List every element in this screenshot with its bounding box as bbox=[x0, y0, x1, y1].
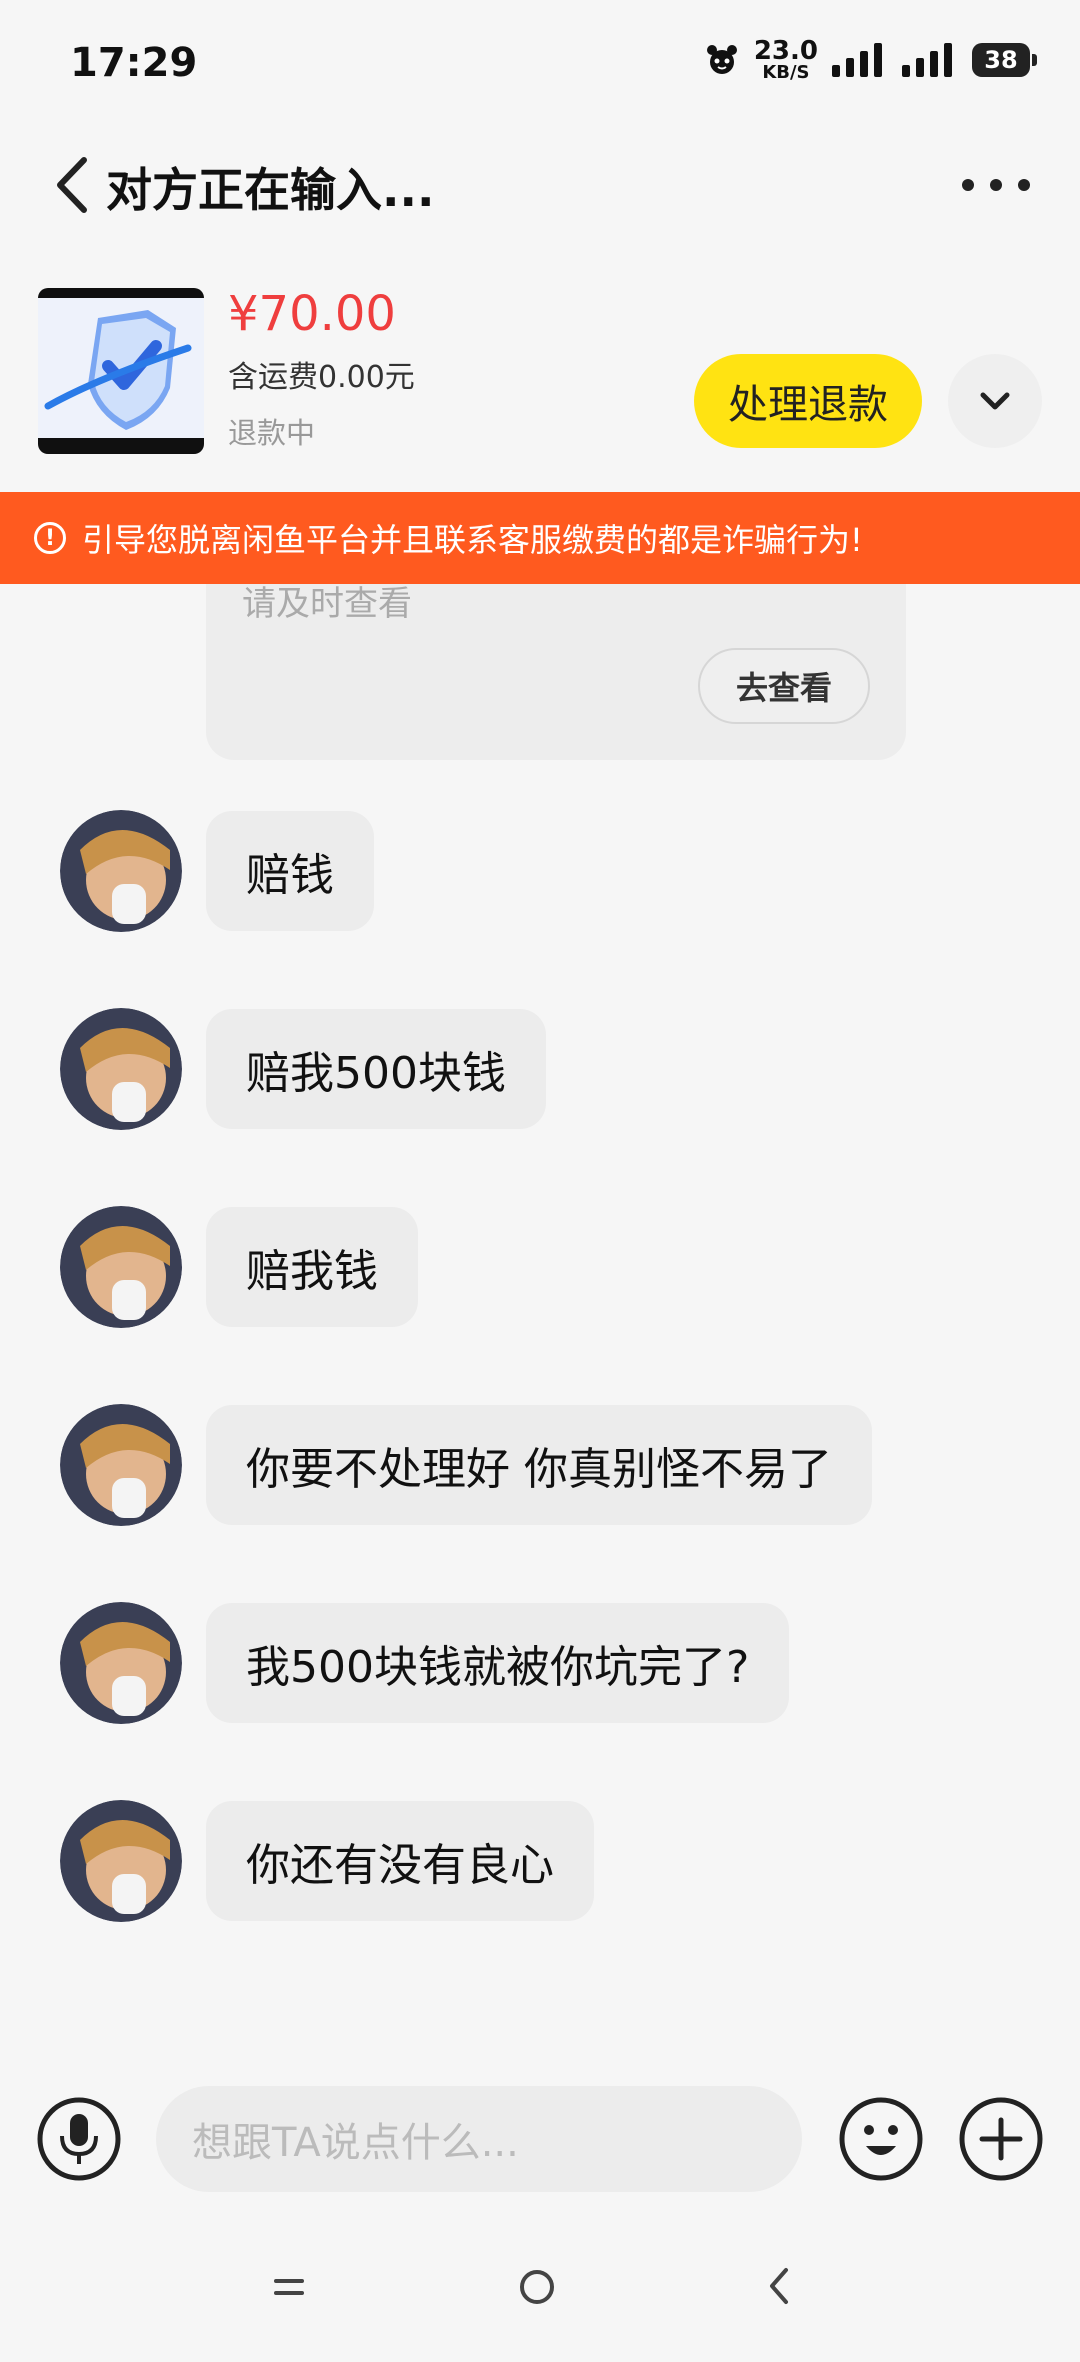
message-row: 我500块钱就被你坑完了? bbox=[60, 1602, 790, 1724]
message-bubble[interactable]: 赔钱 bbox=[206, 811, 374, 931]
avatar[interactable] bbox=[60, 1404, 182, 1526]
message-bubble[interactable]: 你还有没有良心 bbox=[206, 1801, 594, 1921]
more-dots-icon[interactable] bbox=[958, 160, 1034, 210]
signal-icon-2 bbox=[902, 43, 952, 77]
product-price: ¥70.00 bbox=[228, 286, 396, 342]
avatar[interactable] bbox=[60, 1206, 182, 1328]
microphone-icon[interactable] bbox=[36, 2096, 122, 2182]
message-row: 赔我钱 bbox=[60, 1206, 418, 1328]
status-time: 17:29 bbox=[70, 40, 198, 86]
avatar[interactable] bbox=[60, 1602, 182, 1724]
emoji-icon[interactable] bbox=[838, 2096, 924, 2182]
nav-menu-icon[interactable] bbox=[272, 2272, 306, 2302]
signal-icon-1 bbox=[832, 43, 882, 77]
go-view-button[interactable]: 去查看 bbox=[698, 648, 870, 724]
chevron-down-icon bbox=[980, 392, 1010, 410]
plus-icon[interactable] bbox=[958, 2096, 1044, 2182]
battery-indicator: 38 bbox=[972, 43, 1037, 77]
avatar[interactable] bbox=[60, 810, 182, 932]
back-chevron-icon[interactable] bbox=[46, 152, 102, 218]
product-thumbnail[interactable] bbox=[38, 288, 204, 454]
message-bubble[interactable]: 赔我钱 bbox=[206, 1207, 418, 1327]
shield-check-icon bbox=[38, 298, 204, 438]
expand-button[interactable] bbox=[948, 354, 1042, 448]
warning-text: 引导您脱离闲鱼平台并且联系客服缴费的都是诈骗行为! bbox=[82, 521, 863, 559]
system-notice-card: 请及时查看 去查看 bbox=[206, 584, 906, 760]
avatar[interactable] bbox=[60, 1800, 182, 1922]
message-row: 赔我500块钱 bbox=[60, 1008, 546, 1130]
message-bubble[interactable]: 我500块钱就被你坑完了? bbox=[206, 1603, 790, 1723]
message-row: 你要不处理好 你真别怪不易了 bbox=[60, 1404, 872, 1526]
alarm-icon bbox=[706, 45, 737, 74]
handle-refund-button[interactable]: 处理退款 bbox=[694, 354, 922, 448]
page-title: 对方正在输入... bbox=[106, 163, 435, 217]
message-row: 赔钱 bbox=[60, 810, 374, 932]
nav-home-icon[interactable] bbox=[518, 2268, 556, 2306]
message-bubble[interactable]: 你要不处理好 你真别怪不易了 bbox=[206, 1405, 872, 1525]
order-status: 退款中 bbox=[228, 416, 316, 450]
fraud-warning-banner: ! 引导您脱离闲鱼平台并且联系客服缴费的都是诈骗行为! bbox=[0, 492, 1080, 584]
net-speed: 23.0 KB/S bbox=[753, 36, 818, 83]
status-bar: 17:29 23.0 KB/S 38 bbox=[0, 0, 1080, 130]
status-icons: 23.0 KB/S 38 bbox=[704, 36, 1037, 83]
shipping-fee: 含运费0.00元 bbox=[228, 360, 415, 395]
message-row: 你还有没有良心 bbox=[60, 1800, 594, 1922]
nav-back-icon[interactable] bbox=[766, 2266, 792, 2306]
message-input[interactable]: 想跟TA说点什么... bbox=[156, 2086, 802, 2192]
avatar[interactable] bbox=[60, 1008, 182, 1130]
info-circle-icon: ! bbox=[34, 522, 66, 554]
message-bubble[interactable]: 赔我500块钱 bbox=[206, 1009, 546, 1129]
